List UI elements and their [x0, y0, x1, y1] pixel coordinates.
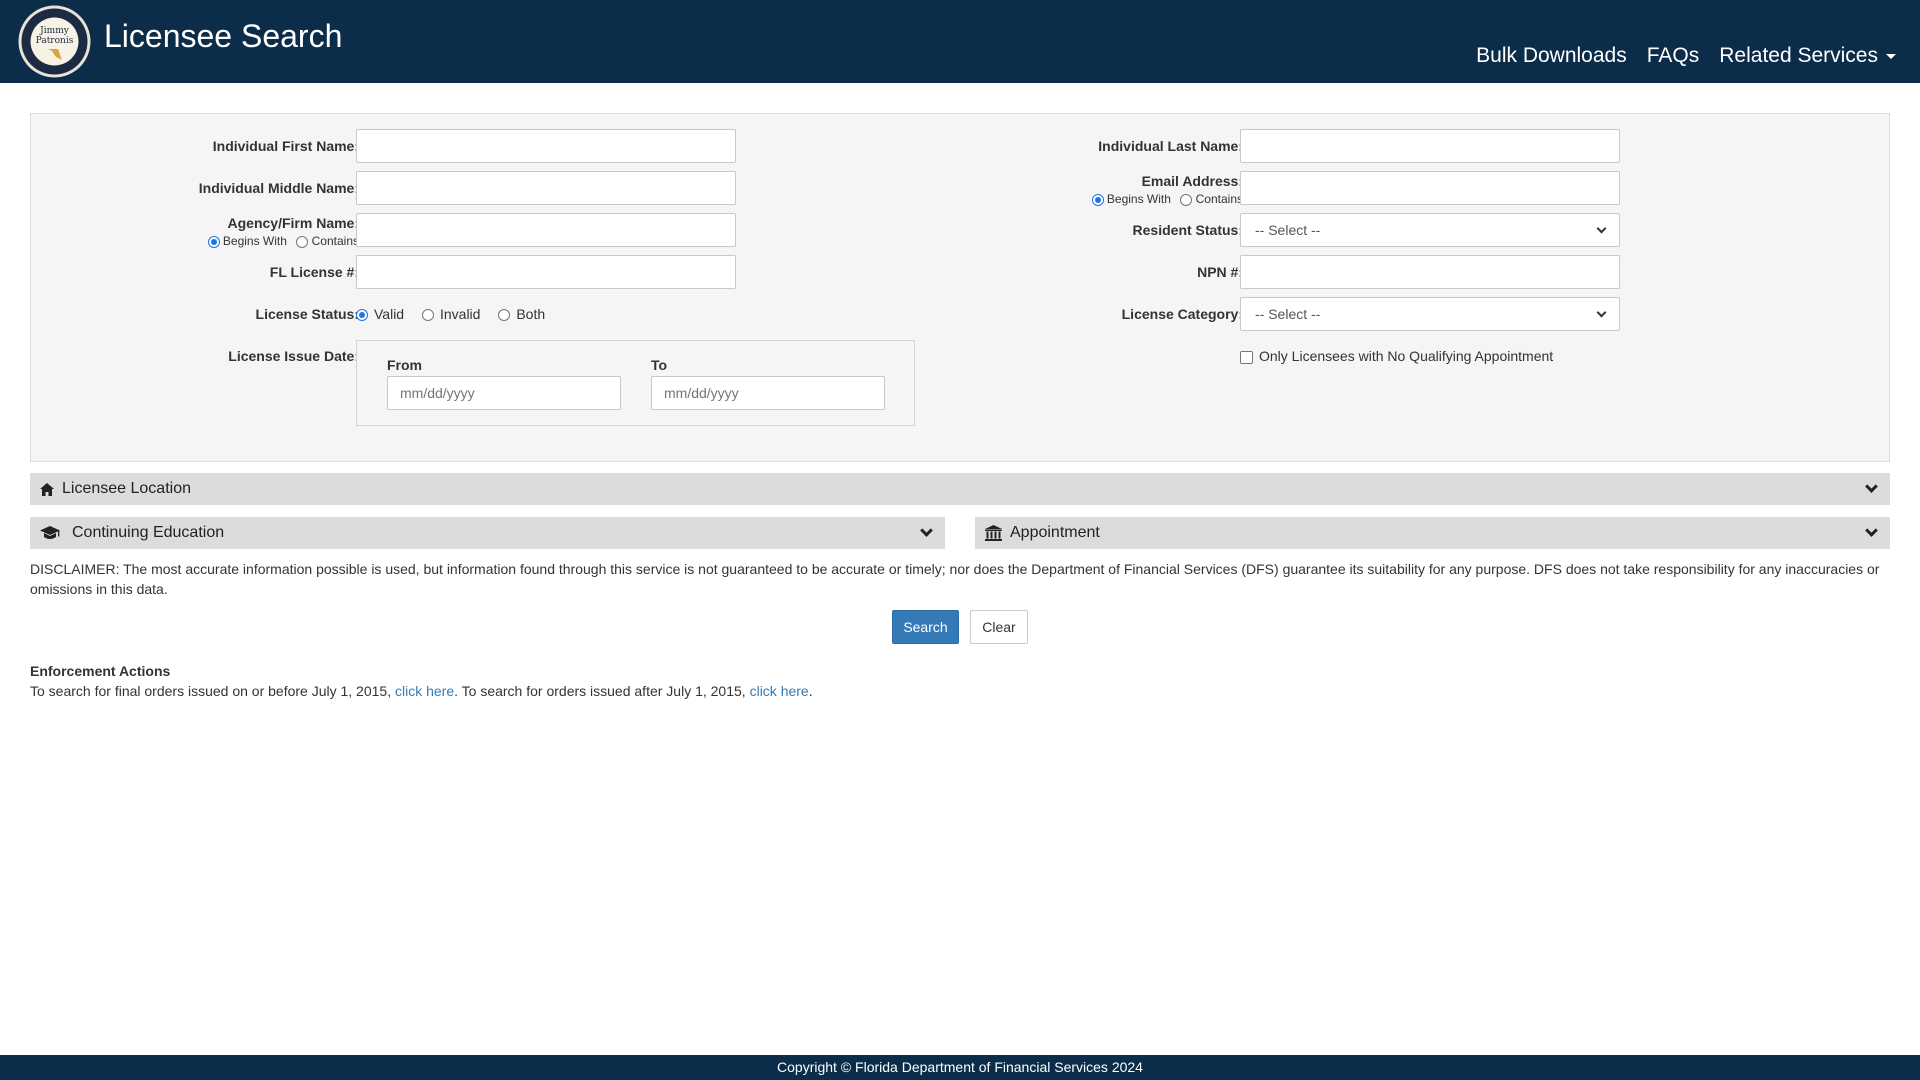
agency-contains-label: Contains: [311, 234, 359, 248]
clear-button[interactable]: Clear: [970, 610, 1028, 644]
email-match-options: Begins With Contains: [1091, 192, 1243, 206]
agency-name-label: Agency/Firm Name:: [227, 215, 359, 231]
svg-text:Jimmy: Jimmy: [39, 26, 70, 36]
chevron-down-icon: [1596, 307, 1607, 317]
nav-related-services-label: Related Services: [1719, 44, 1878, 67]
svg-text:Patronis: Patronis: [36, 36, 74, 46]
no-appointment-checkbox[interactable]: [1240, 350, 1253, 364]
enforcement-text-middle: . To search for orders issued after July…: [454, 683, 750, 699]
graduation-cap-icon: [40, 526, 60, 540]
agency-begins-with-label: Begins With: [222, 234, 287, 248]
home-icon: [40, 482, 54, 496]
email-label: Email Address:: [1141, 173, 1243, 189]
continuing-education-title: Continuing Education: [72, 524, 225, 541]
chevron-down-icon: [920, 524, 933, 537]
top-nav: Bulk Downloads FAQs Related Services: [1476, 44, 1896, 68]
issue-date-range: From To: [356, 340, 915, 426]
chevron-down-icon: [1865, 524, 1878, 537]
license-category-select[interactable]: -- Select --: [1240, 297, 1620, 331]
site-footer: Copyright © Florida Department of Financ…: [0, 1055, 1920, 1080]
agency-name-input[interactable]: [356, 213, 736, 247]
from-date-label: From: [387, 357, 422, 373]
status-invalid-radio[interactable]: [421, 309, 434, 322]
status-both-radio[interactable]: [498, 309, 511, 322]
email-input[interactable]: [1240, 171, 1620, 205]
license-category-value: -- Select --: [1255, 306, 1321, 322]
last-name-label: Individual Last Name:: [1098, 138, 1243, 154]
resident-status-select[interactable]: -- Select --: [1240, 213, 1620, 247]
page-title: Licensee Search: [104, 18, 343, 54]
resident-status-label: Resident Status:: [1132, 222, 1243, 238]
status-both-label: Both: [516, 306, 546, 322]
site-header: Jimmy Patronis Licensee Search Bulk Down…: [0, 0, 1920, 83]
status-valid-label: Valid: [374, 306, 405, 322]
email-contains-radio[interactable]: [1180, 193, 1193, 206]
enforcement-actions-title: Enforcement Actions: [30, 663, 171, 679]
continuing-education-section[interactable]: Continuing Education: [30, 517, 945, 549]
license-category-label: License Category:: [1121, 306, 1243, 322]
enforcement-text-end: .: [808, 683, 813, 699]
bank-icon: [985, 525, 1002, 541]
chevron-down-icon: [1596, 223, 1607, 233]
orders-before-2015-link[interactable]: click here: [395, 683, 454, 699]
nav-bulk-downloads[interactable]: Bulk Downloads: [1476, 44, 1627, 68]
licensee-location-section[interactable]: Licensee Location: [30, 473, 1890, 505]
to-date-input[interactable]: [651, 376, 885, 410]
agency-match-options: Begins With Contains: [207, 234, 359, 248]
disclaimer-text: DISCLAIMER: The most accurate informatio…: [30, 561, 1880, 597]
no-appointment-label: Only Licensees with No Qualifying Appoin…: [1259, 348, 1554, 364]
resident-status-value: -- Select --: [1255, 222, 1321, 238]
nav-related-services[interactable]: Related Services: [1719, 44, 1896, 68]
to-date-label: To: [651, 357, 668, 373]
orders-after-2015-link[interactable]: click here: [750, 683, 809, 699]
licensee-location-title: Licensee Location: [62, 480, 191, 497]
npn-label: NPN #:: [1197, 264, 1243, 280]
email-begins-with-radio[interactable]: [1091, 193, 1104, 206]
status-valid-radio[interactable]: [356, 309, 368, 322]
issue-date-label: License Issue Date:: [228, 348, 359, 364]
npn-input[interactable]: [1240, 255, 1620, 289]
agency-begins-with-radio[interactable]: [207, 235, 220, 248]
fl-license-input[interactable]: [356, 255, 736, 289]
middle-name-label: Individual Middle Name:: [198, 180, 359, 196]
from-date-input[interactable]: [387, 376, 621, 410]
search-button[interactable]: Search: [892, 610, 959, 644]
license-status-label: License Status:: [255, 306, 359, 322]
appointment-title: Appointment: [1010, 524, 1100, 541]
email-contains-label: Contains: [1195, 192, 1243, 206]
search-form-panel: Individual First Name: Individual Middle…: [30, 113, 1890, 462]
fl-license-label: FL License #:: [269, 264, 359, 280]
caret-down-icon: [1886, 53, 1896, 59]
cfo-seal-logo: Jimmy Patronis: [18, 5, 91, 78]
first-name-input[interactable]: [356, 129, 736, 163]
agency-contains-radio[interactable]: [296, 235, 309, 248]
nav-faqs[interactable]: FAQs: [1647, 44, 1700, 68]
email-begins-with-label: Begins With: [1106, 192, 1171, 206]
chevron-down-icon: [1865, 480, 1878, 493]
no-appointment-option: Only Licensees with No Qualifying Appoin…: [1240, 348, 1553, 364]
enforcement-actions-text: To search for final orders issued on or …: [30, 683, 813, 699]
enforcement-text-before: To search for final orders issued on or …: [30, 683, 395, 699]
status-invalid-label: Invalid: [439, 306, 481, 322]
last-name-input[interactable]: [1240, 129, 1620, 163]
first-name-label: Individual First Name:: [212, 138, 359, 154]
license-status-options: Valid Invalid Both: [356, 306, 559, 322]
middle-name-input[interactable]: [356, 171, 736, 205]
appointment-section[interactable]: Appointment: [975, 517, 1890, 549]
